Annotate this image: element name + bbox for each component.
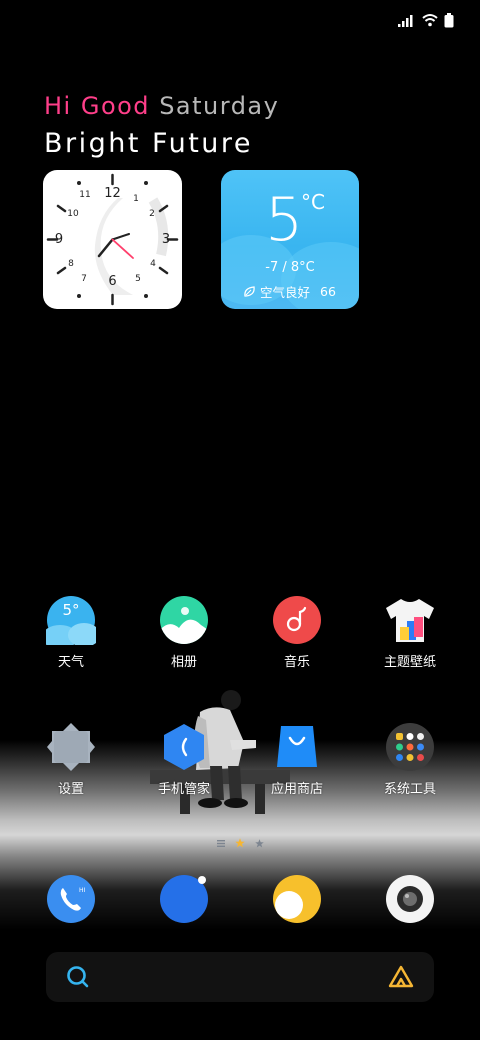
page-dot-star-icon <box>254 838 264 847</box>
app-gallery[interactable]: 相册 <box>136 595 232 670</box>
dock-phone[interactable]: HI <box>46 874 96 924</box>
gallery-icon <box>159 595 209 645</box>
app-label: 手机管家 <box>157 782 210 797</box>
dock-messages[interactable] <box>272 874 322 924</box>
page-dot-list-icon <box>216 839 225 847</box>
weather-aqi: 空气良好 66 <box>243 282 336 301</box>
app-label: 设置 <box>57 782 84 797</box>
greeting-part1: Hi Good <box>44 92 151 120</box>
leaf-icon <box>244 286 255 297</box>
app-label: 主题壁纸 <box>383 655 436 670</box>
phone-manager-icon <box>159 722 209 772</box>
theme-tshirt-icon <box>385 595 435 645</box>
system-tools-folder-icon <box>385 722 435 772</box>
greeting-part2: Saturday <box>159 92 280 120</box>
clock-num-11: 11 <box>79 190 90 200</box>
weather-app-badge: 5° <box>62 601 80 619</box>
app-label: 应用商店 <box>270 782 323 797</box>
clock-hour-hand <box>97 238 114 258</box>
clock-second-hand <box>111 238 134 259</box>
weather-unit: °C <box>301 190 325 214</box>
wifi-icon <box>422 14 438 27</box>
weather-widget[interactable]: 5 °C -7 / 8°C 空气良好 66 <box>221 170 359 309</box>
clock-num-10: 10 <box>67 209 79 219</box>
app-label: 相册 <box>170 655 197 670</box>
app-label: 音乐 <box>283 655 310 670</box>
page-indicator[interactable] <box>0 838 480 848</box>
weather-temperature: 5 <box>265 185 304 255</box>
clock-num-6: 6 <box>108 274 116 289</box>
aqi-label: 空气良好 <box>260 285 311 300</box>
search-icon <box>67 966 89 988</box>
clock-num-7: 7 <box>81 274 87 284</box>
phone-badge: HI <box>79 887 86 894</box>
phone-icon: HI <box>47 875 95 923</box>
weather-range: -7 / 8°C <box>265 260 315 275</box>
music-icon <box>272 595 322 645</box>
app-settings[interactable]: 设置 <box>23 722 119 797</box>
aqi-value: 66 <box>320 284 336 299</box>
app-label: 系统工具 <box>383 782 436 797</box>
clock-num-2: 2 <box>149 209 155 219</box>
app-themes[interactable]: 主题壁纸 <box>362 595 458 670</box>
weather-icon: 5° <box>42 595 100 649</box>
clock-num-5: 5 <box>135 274 141 284</box>
clock-num-4: 4 <box>150 259 156 269</box>
signal-icon <box>398 15 413 27</box>
dock-camera[interactable] <box>385 874 435 924</box>
camera-icon <box>386 875 434 923</box>
app-weather[interactable]: 5° 天气 <box>23 595 119 670</box>
clock-num-1: 1 <box>133 194 139 204</box>
clock-num-9: 9 <box>55 232 63 247</box>
app-label: 天气 <box>57 655 84 670</box>
settings-icon <box>46 722 96 772</box>
battery-icon <box>444 12 454 27</box>
assistant-icon[interactable] <box>388 965 414 989</box>
app-phone-manager[interactable]: 手机管家 <box>136 722 232 797</box>
page-dot-home-star-icon <box>234 838 245 848</box>
home-screen: Hi Good Saturday Bright Future 12 1 2 3 … <box>0 0 480 1040</box>
browser-icon <box>160 875 208 923</box>
analog-clock: 12 1 2 3 4 5 6 7 8 9 10 11 <box>46 173 179 306</box>
clock-num-8: 8 <box>68 259 74 269</box>
search-bar[interactable] <box>46 952 434 1002</box>
app-store-bag-icon <box>272 722 322 772</box>
messages-icon <box>273 875 321 923</box>
greeting: Hi Good Saturday <box>44 92 279 120</box>
clock-num-3: 3 <box>162 232 170 247</box>
app-store[interactable]: 应用商店 <box>249 722 345 797</box>
app-music[interactable]: 音乐 <box>249 595 345 670</box>
dock-browser[interactable] <box>159 874 209 924</box>
tagline: Bright Future <box>44 128 254 159</box>
clock-widget[interactable]: 12 1 2 3 4 5 6 7 8 9 10 11 <box>43 170 182 309</box>
clock-num-12: 12 <box>104 186 121 201</box>
clock-minute-hand <box>111 233 130 241</box>
app-system-tools[interactable]: 系统工具 <box>362 722 458 797</box>
status-bar <box>398 10 454 30</box>
